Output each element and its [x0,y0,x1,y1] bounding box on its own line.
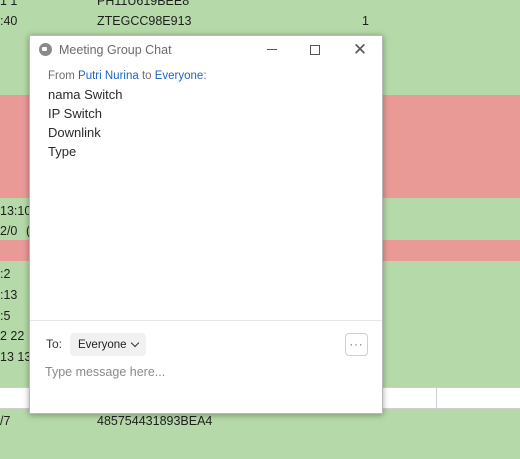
more-options-button[interactable]: ··· [345,333,368,356]
message-line: Downlink [48,125,101,140]
sheet-cell[interactable]: 13 13 [0,350,31,364]
composer-divider [30,320,382,321]
sheet-cell[interactable]: :40 [0,14,17,28]
sheet-cell[interactable]: :13 [0,288,17,302]
sheet-cell[interactable]: 2 22 [0,329,24,343]
sheet-cell[interactable]: 1 1 [0,0,17,8]
to-word: to [138,70,155,82]
ellipsis-icon: ··· [349,338,364,351]
sheet-cell[interactable]: 485754431893BEA4 [97,414,212,428]
sheet-cell[interactable]: :5 [0,309,10,323]
message-line: IP Switch [48,106,102,121]
sender-name[interactable]: Putri Nurina [78,70,139,82]
chevron-down-icon [130,338,139,348]
minimize-button[interactable] [252,36,292,63]
message-input[interactable] [45,362,365,382]
message-line: nama Switch [48,87,123,102]
sheet-cell[interactable]: ZTEGCC98E913 [97,14,191,28]
header-colon: : [203,70,207,82]
sheet-cell[interactable]: 1 [362,14,369,28]
sheet-cell[interactable]: 13:10 [0,204,31,218]
window-title: Meeting Group Chat [59,43,172,57]
sheet-cell[interactable]: PH11U619BEE8 [97,0,189,8]
maximize-button[interactable] [295,36,335,63]
zoom-app-icon [39,43,52,56]
column-divider [436,387,437,409]
sheet-cell[interactable]: /7 [0,414,10,428]
sheet-cell[interactable]: :2 [0,267,10,281]
recipient-name[interactable]: Everyone [155,70,204,82]
chat-window: Meeting Group Chat ✕ From Putri Nurina t… [29,35,383,414]
minimize-icon [267,49,277,50]
message-header: From Putri Nurina to Everyone: [48,70,207,82]
maximize-icon [310,44,320,55]
chat-titlebar[interactable]: Meeting Group Chat ✕ [30,36,382,63]
sheet-cell[interactable]: 2/0 [0,224,17,238]
message-line: Type [48,144,77,159]
recipient-dropdown[interactable]: Everyone [70,333,146,356]
from-label: From [48,70,79,82]
to-label: To: [46,337,63,351]
close-icon: ✕ [352,39,368,59]
recipient-dropdown-value: Everyone [78,338,127,351]
close-button[interactable]: ✕ [340,36,380,63]
